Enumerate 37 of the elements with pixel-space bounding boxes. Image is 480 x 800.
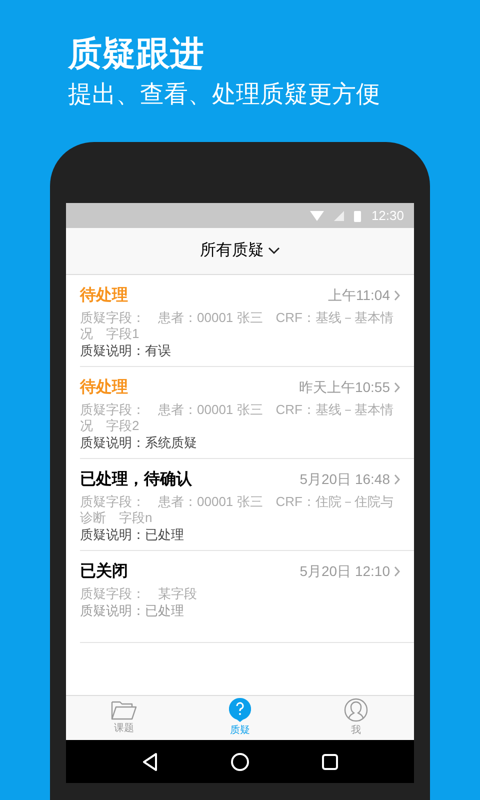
back-icon[interactable]: [142, 752, 158, 770]
wifi-icon: [310, 210, 324, 220]
timestamp: 上午11:04: [328, 286, 390, 305]
status-label: 已处理，待确认: [80, 470, 192, 490]
note-text: 质疑说明：已处理: [80, 526, 185, 543]
note-text: 质疑说明：有误: [80, 342, 172, 359]
filter-dropdown[interactable]: 所有质疑: [200, 239, 280, 263]
timestamp: 昨天上午10:55: [298, 378, 390, 397]
field-text: 质疑字段： 患者：00001 张三 CRF：基线－基本情况 字段1: [80, 310, 394, 342]
signal-icon: [334, 210, 344, 220]
note-text: 质疑说明：已处理: [80, 602, 185, 619]
chevron-down-icon: [268, 247, 280, 255]
chevron-right-icon: [394, 566, 400, 577]
query-item[interactable]: 已关闭 5月20日 12:10 质疑字段： 某字段 质疑说明：已处理: [80, 551, 414, 643]
field-text: 质疑字段： 患者：00001 张三 CRF：住院－住院与诊断 字段n: [80, 494, 394, 526]
query-item[interactable]: 待处理 昨天上午10:55 质疑字段： 患者：00001 张三 CRF：基线－基本情况 字段2 质疑说明：系统质疑: [80, 367, 414, 459]
status-label: 已关闭: [80, 562, 128, 582]
status-label: 待处理: [80, 378, 128, 398]
home-icon[interactable]: [230, 752, 249, 770]
timestamp: 5月20日 16:48: [300, 470, 390, 489]
battery-icon: [354, 210, 362, 222]
field-text: 质疑字段： 患者：00001 张三 CRF：基线－基本情况 字段2: [80, 402, 394, 434]
promo-title: 质疑跟进: [68, 34, 204, 74]
field-text: 质疑字段： 某字段: [80, 586, 198, 602]
status-label: 待处理: [80, 286, 128, 306]
promo-subtitle: 提出、查看、处理质疑更方便: [68, 80, 380, 110]
query-item[interactable]: 已处理，待确认 5月20日 16:48 质疑字段： 患者：00001 张三 CRF：住院－住院与诊断 字段n 质疑说明：已处理: [80, 459, 414, 551]
note-text: 质疑说明：系统质疑: [80, 434, 198, 451]
chevron-right-icon: [394, 290, 400, 301]
timestamp: 5月20日 12:10: [300, 562, 390, 581]
user-icon: [344, 698, 368, 722]
folder-icon: [111, 700, 137, 720]
chevron-right-icon: [394, 382, 400, 393]
help-bubble-icon: [229, 698, 251, 722]
recents-icon[interactable]: [322, 754, 338, 770]
chevron-right-icon: [394, 474, 400, 485]
query-item[interactable]: 待处理 上午11:04 质疑字段： 患者：00001 张三 CRF：基线－基本情况 字段1 质疑说明：有误: [80, 275, 414, 367]
